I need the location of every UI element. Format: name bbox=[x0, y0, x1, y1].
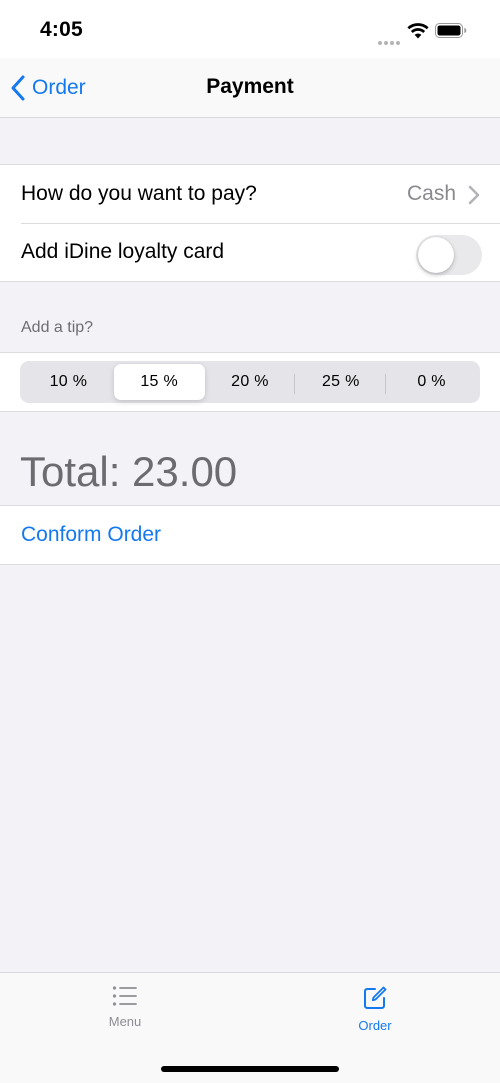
tip-option-label: 15 % bbox=[140, 373, 179, 390]
confirm-group: Conform Order bbox=[0, 505, 500, 565]
tip-group: 10 % 15 % 20 % 25 % 0 % bbox=[0, 352, 500, 412]
wifi-icon bbox=[407, 23, 429, 39]
tip-option-25[interactable]: 25 % bbox=[294, 364, 386, 400]
tip-option-10[interactable]: 10 % bbox=[23, 364, 114, 400]
list-icon bbox=[112, 986, 137, 1006]
confirm-order-button[interactable]: Conform Order bbox=[0, 506, 500, 564]
navigation-bar: Order Payment bbox=[0, 58, 500, 118]
loyalty-card-toggle[interactable] bbox=[416, 235, 482, 275]
payment-method-label: How do you want to pay? bbox=[21, 182, 257, 205]
tip-segmented-control: 10 % 15 % 20 % 25 % 0 % bbox=[20, 361, 480, 403]
tab-menu[interactable]: Menu bbox=[65, 985, 185, 1029]
segment-divider bbox=[385, 374, 387, 394]
page-title: Payment bbox=[206, 75, 294, 98]
tip-option-label: 25 % bbox=[321, 373, 360, 390]
confirm-order-label: Conform Order bbox=[21, 523, 162, 546]
loyalty-card-label: Add iDine loyalty card bbox=[21, 240, 225, 263]
toggle-knob bbox=[418, 237, 454, 273]
payment-method-row[interactable]: How do you want to pay? Cash bbox=[0, 165, 500, 223]
tip-option-15[interactable]: 15 % bbox=[113, 364, 205, 400]
tip-option-0[interactable]: 0 % bbox=[385, 364, 477, 400]
tip-option-label: 20 % bbox=[231, 373, 269, 390]
loyalty-card-row: Add iDine loyalty card bbox=[0, 223, 500, 281]
status-time: 4:05 bbox=[40, 18, 83, 41]
tab-order[interactable]: Order bbox=[315, 985, 435, 1033]
payment-screen: 4:05 Order Payment How do you want to pa… bbox=[0, 0, 500, 1083]
chevron-right-icon bbox=[468, 185, 480, 205]
tip-option-20[interactable]: 20 % bbox=[205, 364, 296, 400]
order-total: Total: 23.00 bbox=[20, 448, 238, 495]
payment-method-group: How do you want to pay? Cash Add iDine l… bbox=[0, 164, 500, 282]
tip-option-label: 10 % bbox=[49, 373, 88, 390]
status-bar: 4:05 bbox=[0, 0, 500, 58]
status-icons bbox=[378, 20, 478, 45]
compose-icon bbox=[364, 986, 387, 1009]
home-indicator bbox=[161, 1066, 339, 1072]
tab-menu-label: Menu bbox=[108, 1014, 142, 1029]
payment-method-value: Cash bbox=[406, 182, 456, 205]
tip-option-label: 0 % bbox=[417, 373, 446, 390]
segment-divider bbox=[294, 374, 296, 394]
battery-icon bbox=[435, 23, 467, 38]
tab-order-label: Order bbox=[358, 1018, 392, 1033]
tip-section-header: Add a tip? bbox=[21, 319, 94, 336]
cellular-signal-icon bbox=[378, 32, 402, 50]
